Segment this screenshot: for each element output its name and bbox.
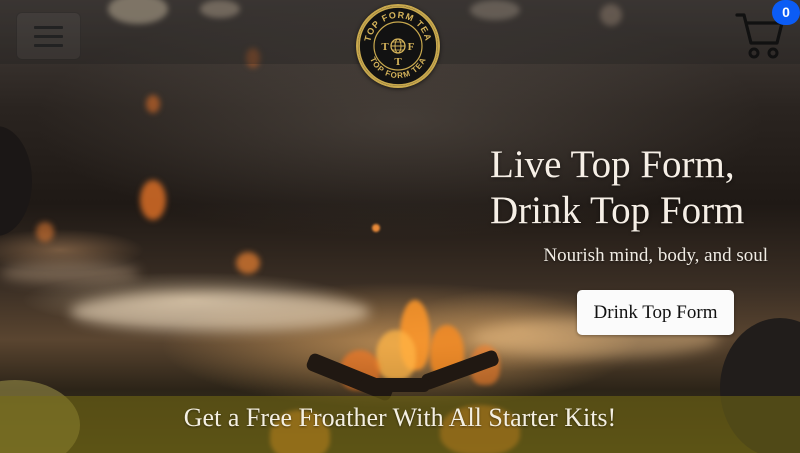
drink-top-form-button[interactable]: Drink Top Form: [577, 290, 734, 335]
logo-emblem-icon: TOP FORM TEA TOP FORM TEA T F T: [358, 6, 438, 86]
promo-banner[interactable]: Get a Free Froather With All Starter Kit…: [0, 396, 800, 453]
hero-title-line2: Drink Top Form: [490, 189, 745, 232]
hero-title-line1: Live Top Form,: [490, 143, 735, 186]
promo-text: Get a Free Froather With All Starter Kit…: [183, 403, 617, 432]
logo-letter-bottom: T: [394, 56, 402, 68]
hamburger-menu-button[interactable]: [16, 12, 81, 60]
cart-count-badge: 0: [772, 0, 800, 25]
top-form-tea-logo[interactable]: TOP FORM TEA TOP FORM TEA T F T: [356, 4, 440, 88]
logo-letter-right: F: [408, 41, 415, 53]
logo-letter-left: T: [381, 41, 389, 53]
hero-title: Live Top Form, Drink Top Form: [490, 142, 790, 234]
hero-subtitle: Nourish mind, body, and soul: [543, 245, 768, 266]
